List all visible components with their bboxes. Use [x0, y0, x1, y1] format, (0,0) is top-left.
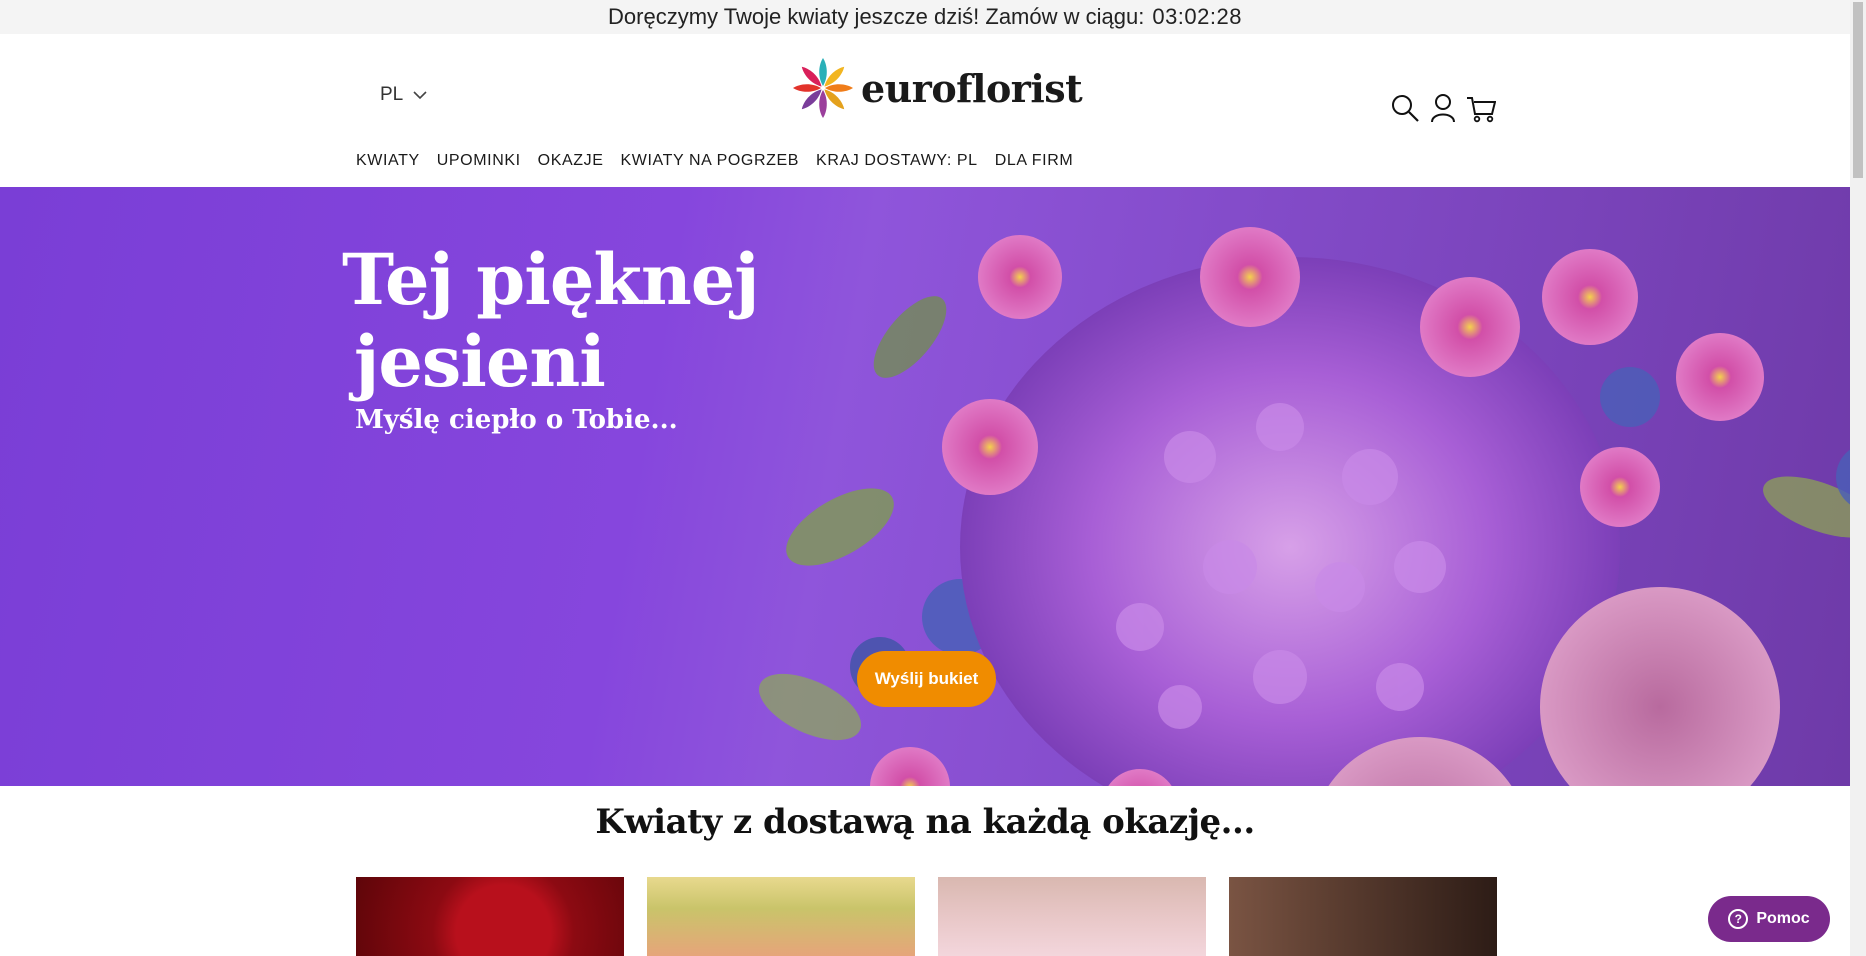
- nav-item-kwiaty-na-pogrzeb[interactable]: KWIATY NA POGRZEB: [621, 152, 800, 170]
- language-label: PL: [380, 84, 404, 105]
- hero-title-line2: jesieni: [354, 320, 606, 403]
- category-card-sympathy[interactable]: [1229, 877, 1497, 956]
- hero-title: Tej pięknej jesieni: [342, 238, 760, 403]
- brand-logo[interactable]: euroflorist: [791, 56, 1083, 120]
- nav-item-kraj-dostawy[interactable]: KRAJ DOSTAWY: PL: [816, 152, 978, 170]
- chevron-down-icon: [413, 91, 427, 100]
- category-card-red-roses[interactable]: [356, 877, 624, 956]
- help-widget-button[interactable]: ? Pomoc: [1708, 896, 1830, 942]
- page-scrollbar[interactable]: [1850, 0, 1866, 956]
- category-card-pink-flowers[interactable]: [938, 877, 1206, 956]
- hero-title-line1: Tej pięknej: [342, 238, 760, 321]
- category-card-mixed-bouquet[interactable]: [647, 877, 915, 956]
- question-icon: ?: [1728, 909, 1749, 929]
- countdown-timer: 03:02:28: [1152, 4, 1242, 29]
- hero-banner: Tej pięknej jesieni Myślę ciepło o Tobie…: [0, 187, 1850, 786]
- user-icon[interactable]: [1428, 92, 1458, 124]
- nav-item-okazje[interactable]: OKAZJE: [538, 152, 604, 170]
- help-label: Pomoc: [1756, 910, 1810, 927]
- site-header: PL euroflorist KWIATY UPOMINKI OKAZJE KW…: [0, 34, 1850, 187]
- nav-item-dla-firm[interactable]: DLA FIRM: [995, 152, 1074, 170]
- nav-item-upominki[interactable]: UPOMINKI: [437, 152, 521, 170]
- nav-item-kwiaty[interactable]: KWIATY: [356, 152, 420, 170]
- language-selector[interactable]: PL: [380, 84, 427, 106]
- main-navigation: KWIATY UPOMINKI OKAZJE KWIATY NA POGRZEB…: [356, 152, 1073, 170]
- category-cards: [356, 877, 1497, 956]
- section-title: Kwiaty z dostawą na każdą okazję...: [595, 802, 1255, 842]
- announcement-text: Doręczymy Twoje kwiaty jeszcze dziś! Zam…: [608, 4, 1145, 29]
- brand-wordmark: euroflorist: [861, 65, 1083, 111]
- flower-logo-icon: [793, 58, 853, 118]
- search-icon[interactable]: [1390, 92, 1420, 124]
- announcement-bar: Doręczymy Twoje kwiaty jeszcze dziś! Zam…: [0, 0, 1850, 34]
- cart-icon[interactable]: [1466, 92, 1496, 124]
- hero-subtitle: Myślę ciepło o Tobie...: [355, 405, 678, 435]
- send-bouquet-button[interactable]: Wyślij bukiet: [857, 651, 996, 707]
- scrollbar-thumb[interactable]: [1853, 2, 1863, 178]
- header-actions: [1390, 92, 1496, 124]
